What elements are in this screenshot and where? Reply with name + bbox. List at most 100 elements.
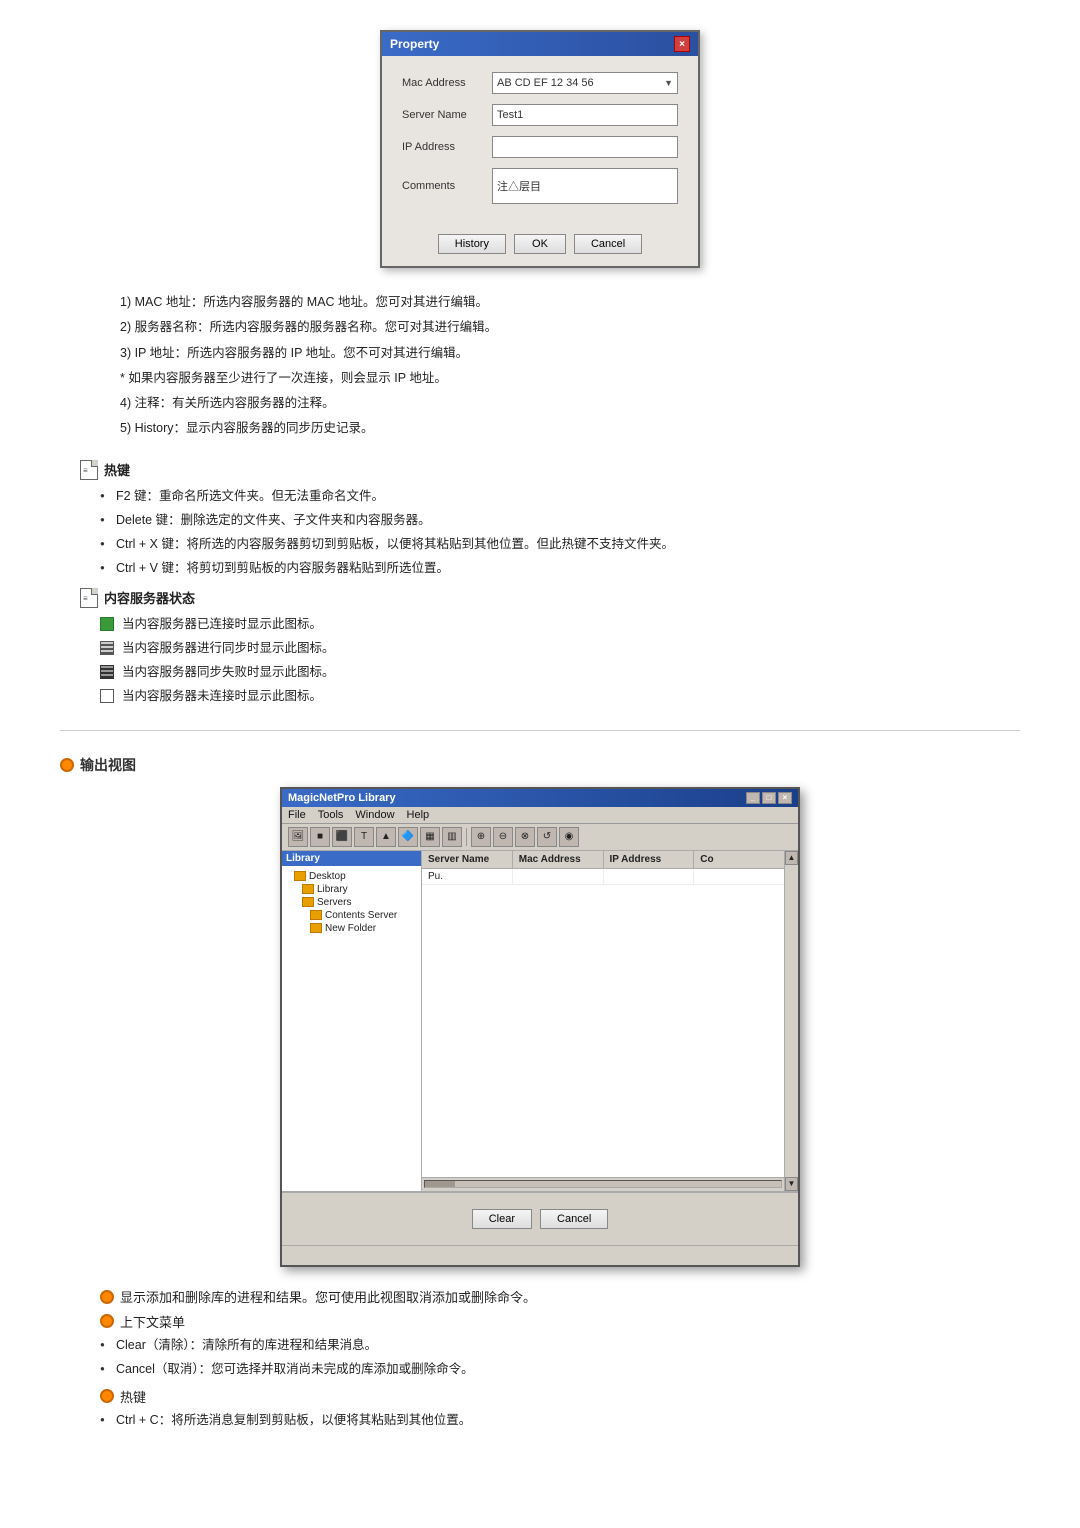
toolbar-icon-8[interactable]: ▥	[442, 827, 462, 847]
dialog-close-button[interactable]: ×	[674, 36, 690, 52]
library-icon	[302, 884, 314, 894]
cancel-output-button[interactable]: Cancel	[540, 1209, 608, 1229]
submenu-items-list: Clear（清除）：清除所有的库进程和结果消息。 Cancel（取消）：您可选择…	[100, 1335, 1020, 1379]
sidebar-item-servers[interactable]: Servers	[282, 896, 421, 909]
clear-button[interactable]: Clear	[472, 1209, 532, 1229]
sidebar-item-new-folder[interactable]: New Folder	[282, 922, 421, 935]
maximize-button[interactable]: □	[762, 792, 776, 804]
section1-item-0: 1) MAC 地址：所选内容服务器的 MAC 地址。您可对其进行编辑。	[120, 292, 1000, 313]
col-server-name: Server Name	[422, 851, 513, 868]
submenu-header: 上下文菜单	[100, 1312, 1020, 1331]
ip-address-input[interactable]	[492, 136, 678, 158]
mac-address-input[interactable]: AB CD EF 12 34 56	[492, 72, 678, 94]
ok-button[interactable]: OK	[514, 234, 566, 254]
history-button[interactable]: History	[438, 234, 506, 254]
section1-item-5: 5) History：显示内容服务器的同步历史记录。	[120, 418, 1000, 439]
status-item-2: 当内容服务器同步失败时显示此图标。	[100, 662, 1020, 682]
output-note-dot	[100, 1290, 114, 1304]
server-name-input[interactable]: Test1	[492, 104, 678, 126]
sidebar-header: Library	[282, 851, 421, 866]
toolbar-icon-5[interactable]: ▲	[376, 827, 396, 847]
dialog-title: Property	[390, 37, 439, 51]
app-bottom-panel: Clear Cancel	[282, 1191, 798, 1245]
mac-address-label: Mac Address	[402, 77, 492, 89]
toolbar-icon-3[interactable]: ⬛	[332, 827, 352, 847]
menu-tools[interactable]: Tools	[318, 809, 344, 821]
menu-window[interactable]: Window	[355, 809, 394, 821]
toolbar-icon-9[interactable]: ⊕	[471, 827, 491, 847]
hotkey-doc-icon	[80, 460, 98, 480]
servers-icon	[302, 897, 314, 907]
property-dialog: Property × Mac Address AB CD EF 12 34 56…	[380, 30, 700, 268]
toolbar-icon-12[interactable]: ↺	[537, 827, 557, 847]
scrollbar-thumb[interactable]	[425, 1181, 455, 1187]
submenu-dot	[100, 1314, 114, 1328]
app-content: Library Desktop Library Servers Contents…	[282, 851, 798, 1191]
app-statusbar	[282, 1245, 798, 1265]
sidebar-item-contents-server[interactable]: Contents Server	[282, 909, 421, 922]
hotkey-section2-title: 热键	[120, 1387, 146, 1406]
toolbar-icon-10[interactable]: ⊖	[493, 827, 513, 847]
section1-item-1: 2) 服务器名称：所选内容服务器的服务器名称。您可对其进行编辑。	[120, 317, 1000, 338]
status-bullets-list: 当内容服务器已连接时显示此图标。 当内容服务器进行同步时显示此图标。 当内容服务…	[100, 614, 1020, 706]
toolbar-icon-6[interactable]: 🔷	[398, 827, 418, 847]
app-main: Server Name Mac Address IP Address Co Pu…	[422, 851, 784, 1191]
ip-address-label: IP Address	[402, 141, 492, 153]
status-icon-sync-failed	[100, 665, 114, 679]
app-menubar: File Tools Window Help	[282, 807, 798, 824]
contents-server-icon	[310, 910, 322, 920]
toolbar-icon-2[interactable]: ■	[310, 827, 330, 847]
cancel-button[interactable]: Cancel	[574, 234, 642, 254]
hotkey-item-1: Delete 键：删除选定的文件夹、子文件夹和内容服务器。	[100, 510, 1020, 530]
table-body: Pu.	[422, 869, 784, 1177]
section1-item-4: 4) 注释：有关所选内容服务器的注释。	[120, 393, 1000, 414]
mac-address-row: Mac Address AB CD EF 12 34 56	[402, 72, 678, 94]
hotkey2-item-0: Ctrl + C：将所选消息复制到剪贴板，以便将其粘贴到其他位置。	[100, 1410, 1020, 1430]
menu-help[interactable]: Help	[407, 809, 430, 821]
server-name-row: Server Name Test1	[402, 104, 678, 126]
section1-item-2: 3) IP 地址：所选内容服务器的 IP 地址。您不可对其进行编辑。	[120, 343, 1000, 364]
status-section-title: 内容服务器状态	[104, 588, 195, 607]
toolbar-icon-11[interactable]: ⊗	[515, 827, 535, 847]
hotkey-section1-list: F2 键：重命名所选文件夹。但无法重命名文件。 Delete 键：删除选定的文件…	[100, 486, 1020, 578]
toolbar-icon-1[interactable]: 🖼	[288, 827, 308, 847]
sidebar-item-library[interactable]: Library	[282, 883, 421, 896]
dialog-body: Mac Address AB CD EF 12 34 56 Server Nam…	[382, 56, 698, 226]
property-dialog-wrapper: Property × Mac Address AB CD EF 12 34 56…	[60, 30, 1020, 268]
section1-item-3: * 如果内容服务器至少进行了一次连接，则会显示 IP 地址。	[120, 368, 1000, 389]
table-row: Pu.	[422, 869, 784, 885]
sidebar-item-desktop[interactable]: Desktop	[282, 870, 421, 883]
col-co: Co	[694, 851, 784, 868]
output-section-title: 输出视图	[80, 755, 136, 775]
scrollbar-track[interactable]	[424, 1180, 782, 1188]
app-sidebar: Library Desktop Library Servers Contents…	[282, 851, 422, 1191]
hotkey-item-0: F2 键：重命名所选文件夹。但无法重命名文件。	[100, 486, 1020, 506]
status-doc-icon	[80, 588, 98, 608]
status-item-1: 当内容服务器进行同步时显示此图标。	[100, 638, 1020, 658]
toolbar-icon-4[interactable]: T	[354, 827, 374, 847]
minimize-button[interactable]: _	[746, 792, 760, 804]
output-bottom-section: 显示添加和删除库的进程和结果。您可使用此视图取消添加或删除命令。 上下文菜单 C…	[60, 1287, 1020, 1430]
output-dot-icon	[60, 758, 74, 772]
menu-file[interactable]: File	[288, 809, 306, 821]
hotkey-section2-header: 热键	[100, 1387, 1020, 1406]
hotkey-section2-list: Ctrl + C：将所选消息复制到剪贴板，以便将其粘贴到其他位置。	[100, 1410, 1020, 1430]
ip-address-row: IP Address	[402, 136, 678, 158]
vertical-scrollbar[interactable]: ▲ ▼	[784, 851, 798, 1191]
comments-row: Comments 注△层目	[402, 168, 678, 204]
section-divider	[60, 730, 1020, 731]
toolbar-icon-7[interactable]: ▦	[420, 827, 440, 847]
app-window: MagicNetPro Library _ □ × File Tools Win…	[280, 787, 800, 1267]
scroll-up-button[interactable]: ▲	[785, 851, 798, 865]
comments-label: Comments	[402, 180, 492, 192]
status-icon-syncing	[100, 641, 114, 655]
comments-input[interactable]: 注△层目	[492, 168, 678, 204]
close-window-button[interactable]: ×	[778, 792, 792, 804]
scroll-down-button[interactable]: ▼	[785, 1177, 798, 1191]
hotkey-section1-header: 热键	[80, 460, 1020, 480]
toolbar-separator	[466, 828, 467, 846]
horizontal-scrollbar[interactable]	[422, 1177, 784, 1191]
dialog-footer: History OK Cancel	[382, 226, 698, 266]
output-main-note: 显示添加和删除库的进程和结果。您可使用此视图取消添加或删除命令。	[100, 1287, 1020, 1306]
toolbar-icon-13[interactable]: ◉	[559, 827, 579, 847]
